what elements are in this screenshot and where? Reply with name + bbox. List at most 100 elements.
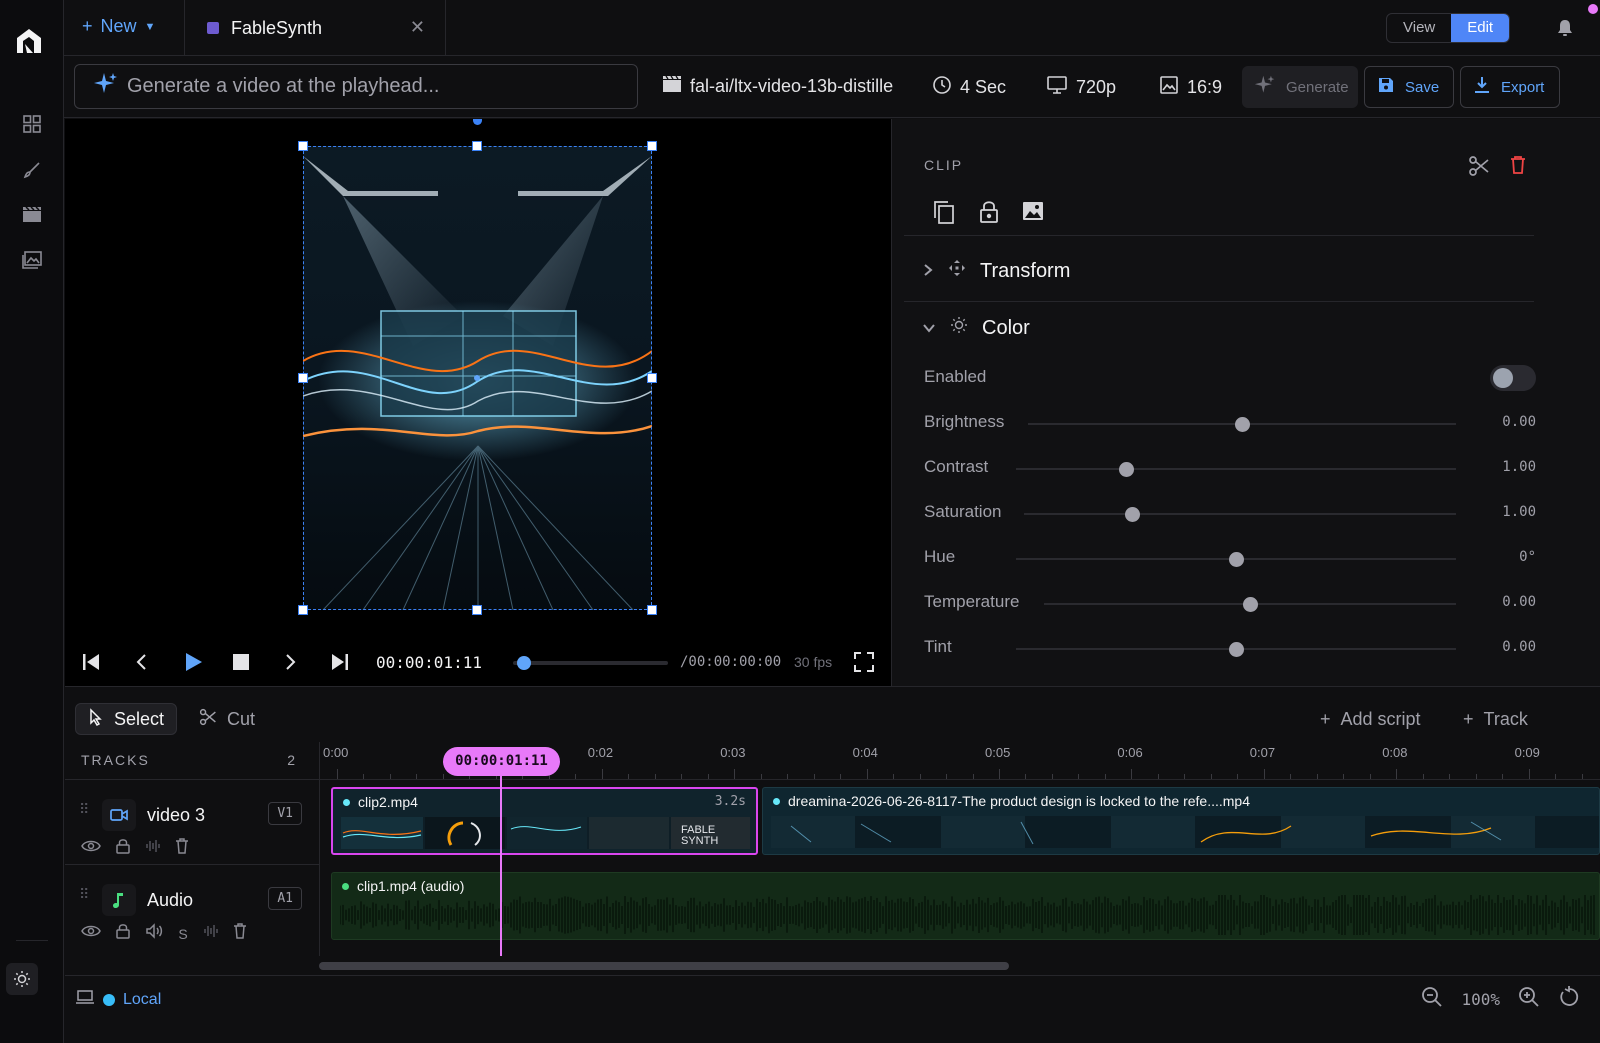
previous-frame-icon[interactable] [133, 650, 149, 679]
video-clip-selected[interactable]: clip2.mp4 3.2s FABLE SYNTH [331, 787, 758, 855]
property-row: Tint 0.00 [924, 637, 1536, 661]
lock-icon[interactable] [115, 923, 131, 944]
close-icon[interactable]: ✕ [410, 17, 425, 38]
download-icon [1473, 76, 1491, 98]
playhead-line[interactable] [500, 776, 502, 956]
resize-handle[interactable] [647, 141, 657, 151]
audio-clip[interactable]: clip1.mp4 (audio) [331, 872, 1600, 940]
player-controls: 00:00:01:11 /00:00:00:00 30 fps [65, 640, 891, 686]
track-row-audio[interactable]: ⠿ Audio A1 S [65, 864, 320, 948]
volume-icon[interactable] [145, 923, 163, 944]
select-tool-button[interactable]: Select [75, 703, 178, 735]
resize-handle[interactable] [647, 605, 657, 615]
track-row-video[interactable]: ⠿ video 3 V1 [65, 779, 320, 863]
bell-icon[interactable] [1556, 18, 1574, 43]
generate-button[interactable]: Generate [1242, 66, 1358, 108]
drag-handle-icon[interactable]: ⠿ [79, 802, 89, 816]
video-clip[interactable]: dreamina-2026-06-26-8117-The product des… [762, 787, 1600, 855]
skip-to-start-icon[interactable] [81, 650, 101, 679]
eye-icon[interactable] [81, 839, 101, 858]
new-button[interactable]: + New ▼ [82, 16, 155, 37]
track-controls [81, 838, 189, 859]
add-track-button[interactable]: + Track [1463, 709, 1528, 730]
next-frame-icon[interactable] [283, 650, 299, 679]
tab-project[interactable]: FableSynth ✕ [184, 0, 446, 56]
project-icon [207, 22, 219, 34]
gallery-icon[interactable] [19, 247, 45, 273]
seek-slider[interactable] [513, 656, 668, 670]
solo-button[interactable]: S [177, 926, 189, 942]
clapperboard-icon[interactable] [19, 201, 45, 227]
enabled-toggle[interactable] [1490, 365, 1536, 391]
fullscreen-icon[interactable] [853, 651, 875, 678]
top-bar: + New ▼ FableSynth ✕ View Edit [64, 0, 1600, 56]
skip-to-end-icon[interactable] [330, 650, 350, 679]
location-indicator[interactable]: Local [75, 989, 161, 1010]
waveform-icon[interactable] [145, 838, 161, 859]
section-transform[interactable]: Transform [922, 259, 1070, 283]
playhead-timecode[interactable]: 00:00:01:11 [443, 747, 560, 776]
export-button[interactable]: Export [1460, 66, 1560, 108]
slider-thumb[interactable] [1119, 462, 1134, 477]
cut-tool-button[interactable]: Cut [187, 703, 267, 735]
seek-thumb[interactable] [517, 656, 531, 670]
clip-name: dreamina-2026-06-26-8117-The product des… [788, 793, 1251, 809]
save-icon [1377, 76, 1395, 98]
resolution-selector[interactable]: 720p [1046, 75, 1116, 100]
grid-icon[interactable] [19, 111, 45, 137]
app-logo-icon[interactable] [14, 26, 44, 61]
resize-handle[interactable] [298, 605, 308, 615]
drag-handle-icon[interactable]: ⠿ [79, 887, 89, 901]
trash-icon[interactable] [1509, 155, 1527, 180]
trash-icon[interactable] [233, 923, 247, 944]
ruler-tick [1078, 774, 1080, 779]
property-value: 0.00 [1502, 594, 1536, 610]
slider-thumb[interactable] [1125, 507, 1140, 522]
brush-icon[interactable] [19, 157, 45, 183]
section-color[interactable]: Color [922, 316, 1030, 340]
model-selector[interactable]: fal-ai/ltx-video-13b-distille [662, 75, 893, 98]
scissors-icon[interactable] [1468, 155, 1490, 182]
lock-icon[interactable] [115, 838, 131, 859]
timeline-scrollbar[interactable] [319, 962, 1009, 970]
duration-selector[interactable]: 4 Sec [932, 75, 1006, 100]
clip-name: clip2.mp4 [358, 794, 418, 810]
zoom-controls: 100% [1421, 986, 1580, 1012]
aspect-label: 16:9 [1187, 77, 1223, 97]
stop-icon[interactable] [231, 650, 251, 679]
slider-thumb[interactable] [1229, 642, 1244, 657]
prompt-input[interactable]: Generate a video at the playhead... [74, 64, 638, 109]
property-value: 0.00 [1502, 414, 1536, 430]
copy-icon[interactable] [932, 199, 956, 230]
property-slider[interactable] [1016, 468, 1456, 470]
trash-icon[interactable] [175, 838, 189, 859]
slider-thumb[interactable] [1229, 552, 1244, 567]
lock-icon[interactable] [978, 199, 1000, 230]
resize-handle[interactable] [298, 141, 308, 151]
property-slider[interactable] [1024, 513, 1456, 515]
add-track-label: Track [1483, 709, 1528, 729]
add-script-button[interactable]: + Add script [1320, 709, 1421, 730]
ruler-tick-label: 0:07 [1249, 745, 1276, 760]
zoom-out-icon[interactable] [1421, 986, 1443, 1012]
resize-handle[interactable] [472, 605, 482, 615]
resize-handle[interactable] [647, 373, 657, 383]
eye-icon[interactable] [81, 924, 101, 943]
resize-handle[interactable] [472, 141, 482, 151]
property-value: 1.00 [1502, 504, 1536, 520]
image-icon[interactable] [1021, 199, 1045, 228]
edit-button[interactable]: Edit [1451, 14, 1510, 42]
save-button[interactable]: Save [1364, 66, 1454, 108]
track-badge: V1 [268, 802, 302, 825]
slider-thumb[interactable] [1243, 597, 1258, 612]
slider-thumb[interactable] [1235, 417, 1250, 432]
resize-handle[interactable] [298, 373, 308, 383]
play-icon[interactable] [183, 650, 203, 679]
aspect-selector[interactable]: 16:9 [1159, 75, 1222, 100]
track-count: 2 [287, 752, 295, 768]
theme-toggle-icon[interactable] [6, 963, 38, 995]
reset-zoom-icon[interactable] [1558, 986, 1580, 1012]
zoom-in-icon[interactable] [1518, 986, 1540, 1012]
waveform-icon[interactable] [203, 923, 219, 944]
view-button[interactable]: View [1387, 14, 1451, 42]
